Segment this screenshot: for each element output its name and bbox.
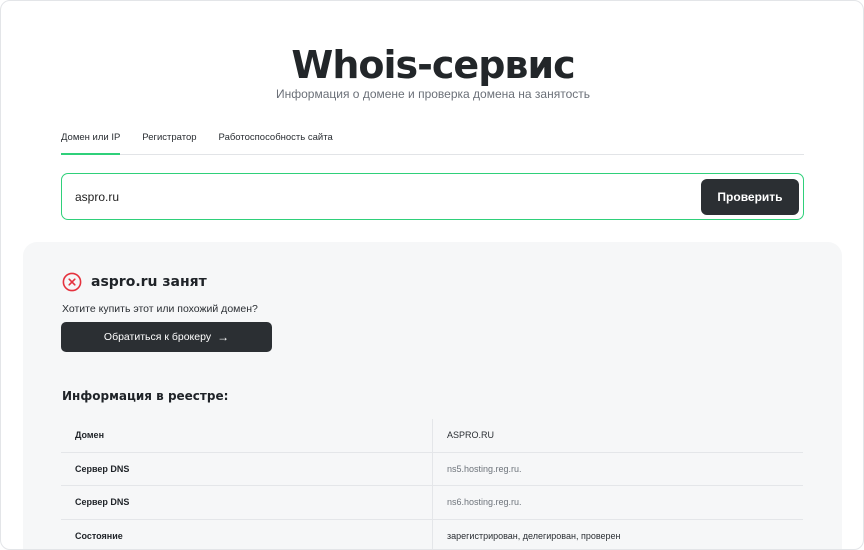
registry-table: Домен ASPRO.RU Сервер DNS ns5.hosting.re… [61,419,803,549]
status-title: aspro.ru занят [91,274,207,290]
domain-search-input[interactable] [75,187,675,207]
page-frame: Whois-сервис Информация о домене и прове… [0,0,864,550]
registry-heading: Информация в реестре: [62,389,229,403]
table-row: Домен ASPRO.RU [61,419,803,453]
registry-value: зарегистрирован, делегирован, проверен [447,530,621,541]
arrow-right-icon: → [217,330,230,344]
registry-value: ns5.hosting.reg.ru. [447,463,522,474]
result-panel: aspro.ru занят Хотите купить этот или по… [23,242,842,549]
search-box: Проверить [61,173,804,220]
check-button[interactable]: Проверить [701,178,799,215]
registry-value: ASPRO.RU [447,430,495,441]
tabs-bar: Домен или IP Регистратор Работоспособнос… [61,125,804,155]
table-row: Сервер DNS ns6.hosting.reg.ru. [61,486,803,520]
status-row: aspro.ru занят [62,272,207,292]
registry-key: Домен [61,419,433,452]
contact-broker-button[interactable]: Обратиться к брокеру → [61,322,272,352]
table-row: Состояние зарегистрирован, делегирован, … [61,519,803,549]
close-circle-icon [62,272,82,292]
tab-site-availability[interactable]: Работоспособность сайта [219,125,333,155]
tab-domain-or-ip[interactable]: Домен или IP [61,125,121,155]
page-subtitle: Информация о домене и проверка домена на… [276,87,590,101]
buy-question-text: Хотите купить этот или похожий домен? [62,303,258,315]
table-row: Сервер DNS ns5.hosting.reg.ru. [61,452,803,486]
tab-registrar[interactable]: Регистратор [142,125,196,155]
page-title: Whois-сервис [291,43,575,87]
registry-key: Сервер DNS [61,486,433,519]
registry-value: ns6.hosting.reg.ru. [447,497,522,508]
registry-key: Состояние [61,519,433,549]
registry-key: Сервер DNS [61,452,433,485]
broker-button-label: Обратиться к брокеру [103,331,212,343]
